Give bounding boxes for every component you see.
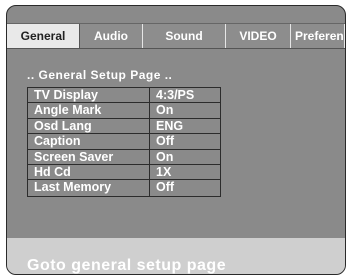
- setting-row-osd-lang[interactable]: Osd Lang ENG: [28, 118, 220, 135]
- setting-value[interactable]: 1X: [151, 165, 220, 179]
- setting-label: Osd Lang: [28, 118, 150, 134]
- setting-label: Angle Mark: [28, 103, 150, 118]
- setting-label: Last Memory: [28, 180, 150, 196]
- setting-row-screen-saver[interactable]: Screen Saver On: [28, 149, 220, 165]
- setting-value[interactable]: On: [151, 103, 220, 117]
- tab-video[interactable]: VIDEO: [226, 24, 291, 48]
- setting-label: Hd Cd: [28, 164, 150, 180]
- setting-row-last-memory[interactable]: Last Memory Off: [28, 180, 220, 196]
- setting-value[interactable]: 4:3/PS: [151, 88, 220, 102]
- setup-menu-window: General Audio Sound VIDEO Preferen .. Ge…: [6, 5, 346, 275]
- setting-label: TV Display: [28, 88, 150, 103]
- page-title: .. General Setup Page ..: [27, 68, 173, 82]
- tab-general[interactable]: General: [7, 24, 80, 48]
- setting-row-angle-mark[interactable]: Angle Mark On: [28, 103, 220, 119]
- status-text: Goto general setup page: [27, 257, 227, 274]
- status-bar: Goto general setup page: [7, 238, 345, 274]
- setting-label: Caption: [28, 134, 150, 149]
- setting-label: Screen Saver: [28, 149, 150, 164]
- tab-audio[interactable]: Audio: [80, 24, 143, 48]
- setting-value[interactable]: Off: [151, 180, 220, 195]
- settings-table: TV Display 4:3/PS Angle Mark On Osd Lang…: [27, 87, 221, 197]
- tab-sound[interactable]: Sound: [143, 24, 226, 48]
- tab-preferences[interactable]: Preferen: [291, 24, 345, 48]
- setting-row-tv-display[interactable]: TV Display 4:3/PS: [28, 88, 220, 104]
- setting-value[interactable]: Off: [151, 134, 220, 148]
- setting-value[interactable]: ENG: [151, 119, 220, 133]
- setting-row-hd-cd[interactable]: Hd Cd 1X: [28, 164, 220, 181]
- setting-value[interactable]: On: [151, 150, 220, 164]
- setting-row-caption[interactable]: Caption Off: [28, 134, 220, 150]
- settings-panel: .. General Setup Page .. TV Display 4:3/…: [7, 53, 345, 238]
- tab-bar: General Audio Sound VIDEO Preferen: [7, 23, 345, 49]
